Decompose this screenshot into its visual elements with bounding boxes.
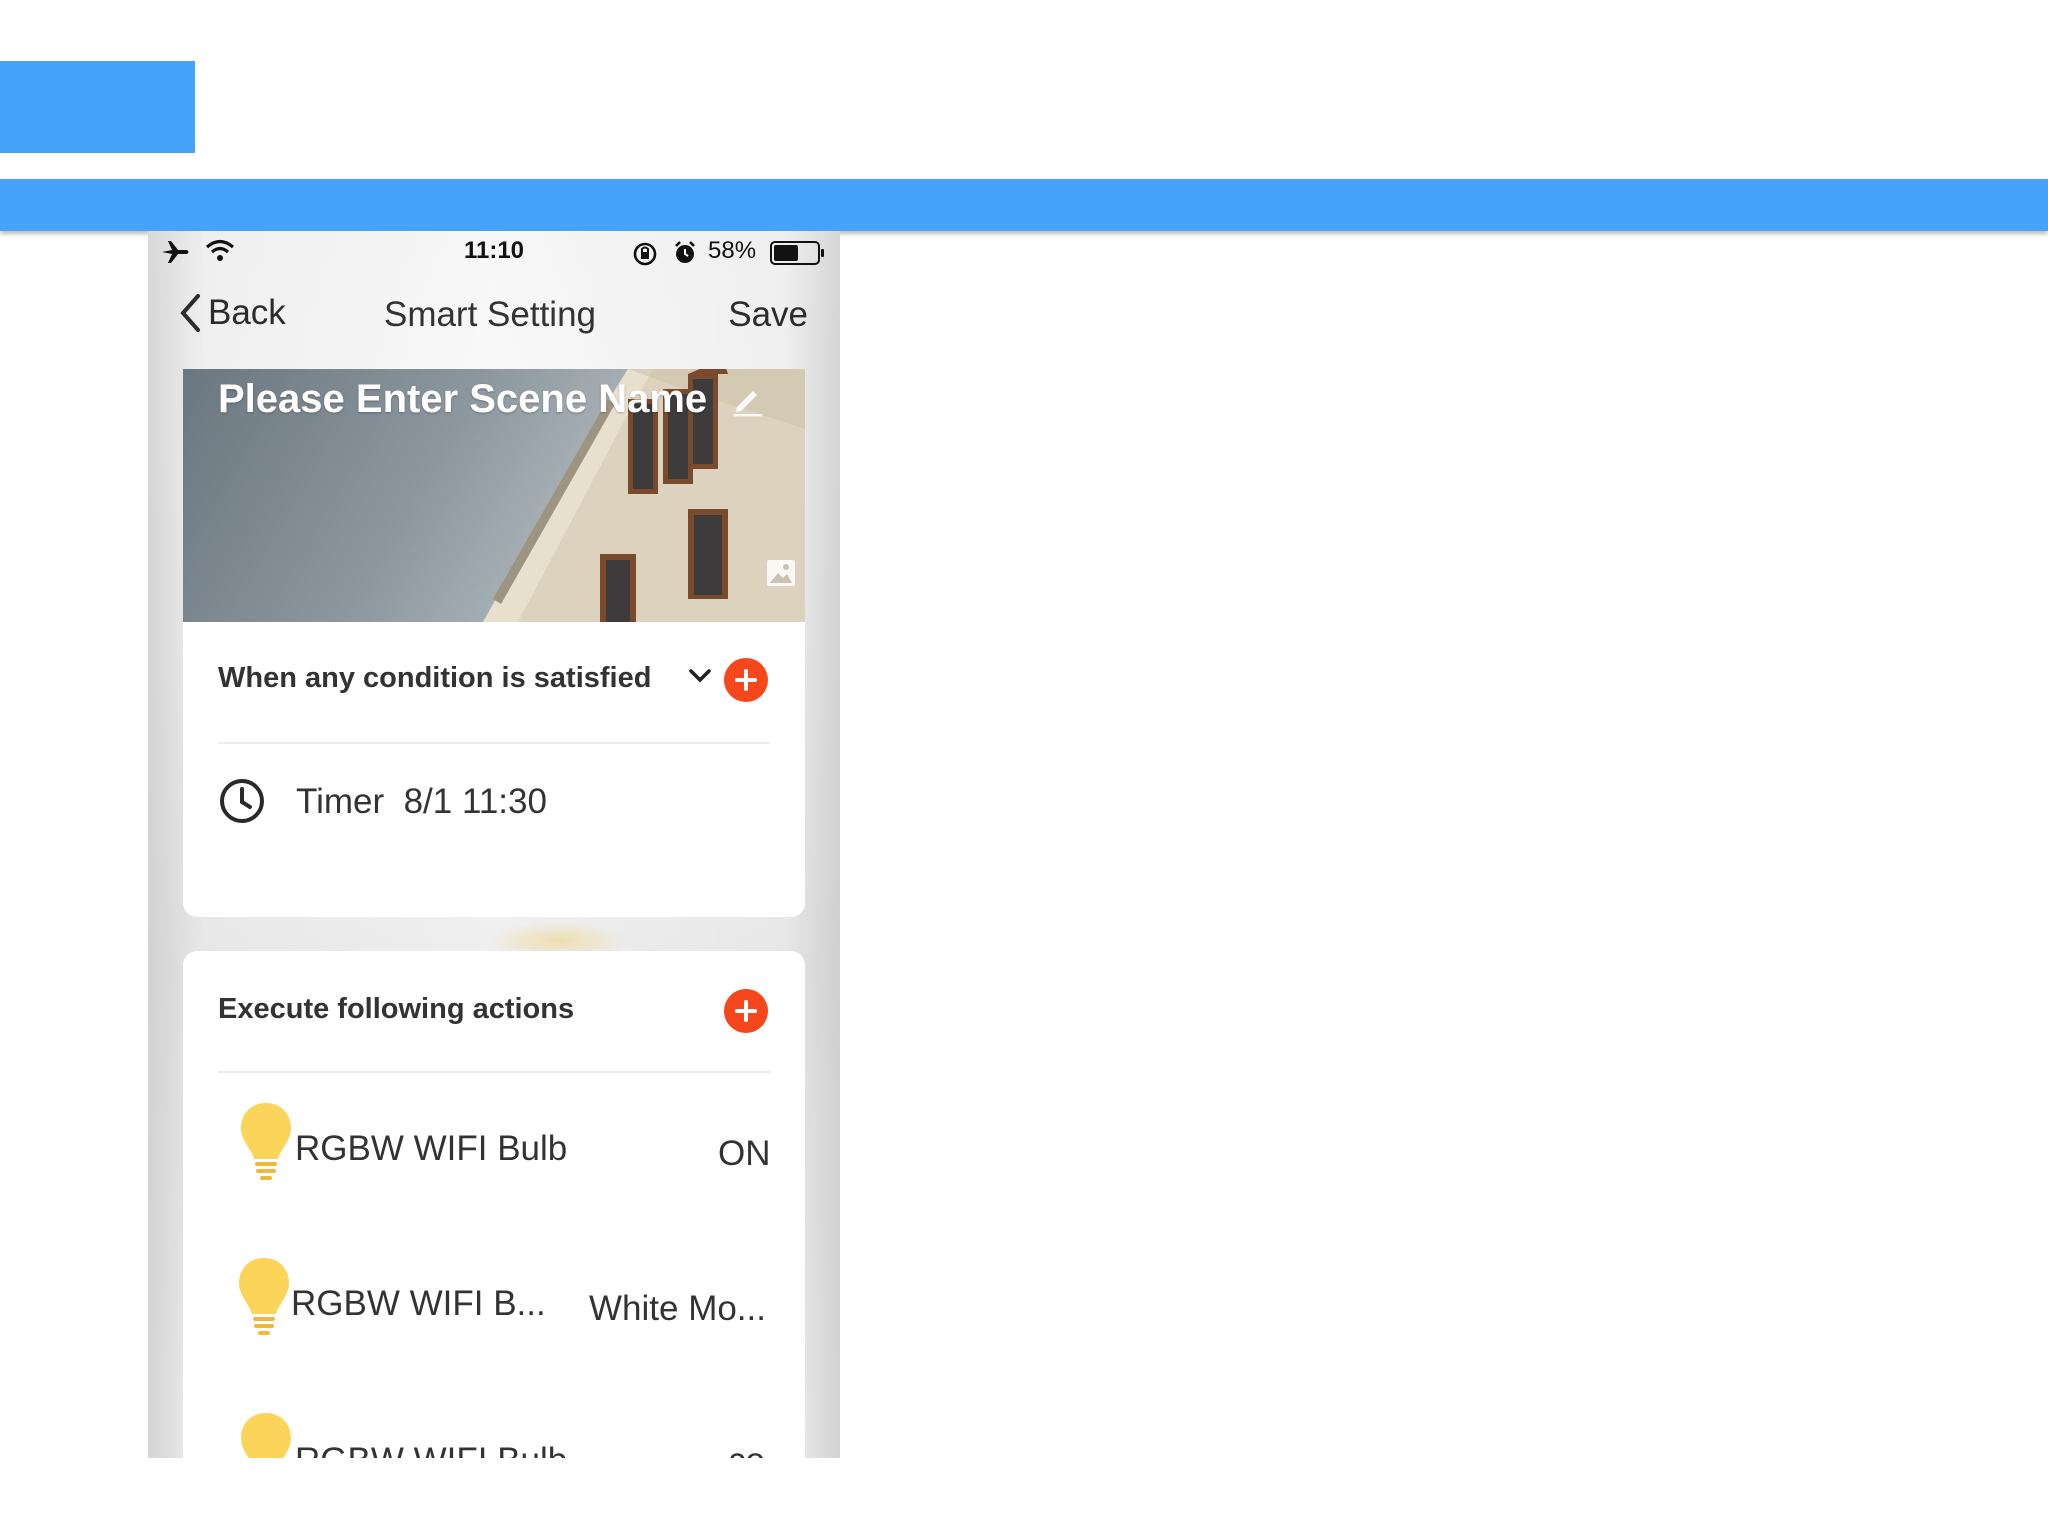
bulb-icon (241, 1413, 291, 1458)
scene-condition-card: Please Enter Scene Name When any conditi… (183, 369, 805, 917)
chevron-down-icon[interactable] (688, 666, 712, 686)
condition-item-timer[interactable]: Timer 8/1 11:30 (183, 742, 805, 872)
phone-screenshot: 11:10 58% Back Smart Setting Save Please… (148, 231, 840, 1458)
action-device-name: RGBW WIFI B... (291, 1284, 546, 1323)
action-value: White Mo... (589, 1289, 766, 1328)
status-bar: 11:10 58% (148, 231, 840, 273)
alarm-icon (675, 241, 695, 263)
add-action-button[interactable] (724, 989, 768, 1033)
action-device-name: RGBW WIFI Bulb (295, 1441, 567, 1458)
action-device-name: RGBW WIFI Bulb (295, 1129, 568, 1168)
clock-icon (220, 779, 264, 823)
bulb-icon (241, 1103, 291, 1180)
nav-bar: Back Smart Setting Save (148, 273, 840, 353)
save-button[interactable]: Save (728, 295, 808, 335)
action-item[interactable]: RGBW WIFI B... White Mo... (183, 1236, 805, 1386)
action-value: co (728, 1441, 765, 1458)
action-item[interactable]: RGBW WIFI Bulb co (183, 1391, 805, 1458)
divider (218, 1071, 770, 1073)
action-value: ON (718, 1134, 771, 1173)
battery-percent: 58% (708, 237, 757, 264)
rotation-lock-icon (633, 242, 657, 266)
timer-label: Timer 8/1 11:30 (296, 782, 547, 821)
actions-card: Execute following actions RGBW WIFI Bulb… (183, 951, 805, 1458)
condition-label: When any condition is satisfied (218, 662, 652, 694)
scene-name-input[interactable]: Please Enter Scene Name (218, 377, 707, 422)
header-color-block (0, 61, 195, 153)
scene-cover-image[interactable]: Please Enter Scene Name (183, 369, 805, 622)
bulb-icon (239, 1258, 289, 1335)
actions-label: Execute following actions (218, 993, 575, 1025)
action-item[interactable]: RGBW WIFI Bulb ON (183, 1081, 805, 1231)
image-icon[interactable] (766, 559, 796, 587)
condition-header: When any condition is satisfied (183, 622, 805, 742)
add-condition-button[interactable] (724, 658, 768, 702)
battery-icon (770, 241, 824, 265)
pencil-icon[interactable] (731, 383, 765, 417)
header-bar (0, 179, 2048, 231)
